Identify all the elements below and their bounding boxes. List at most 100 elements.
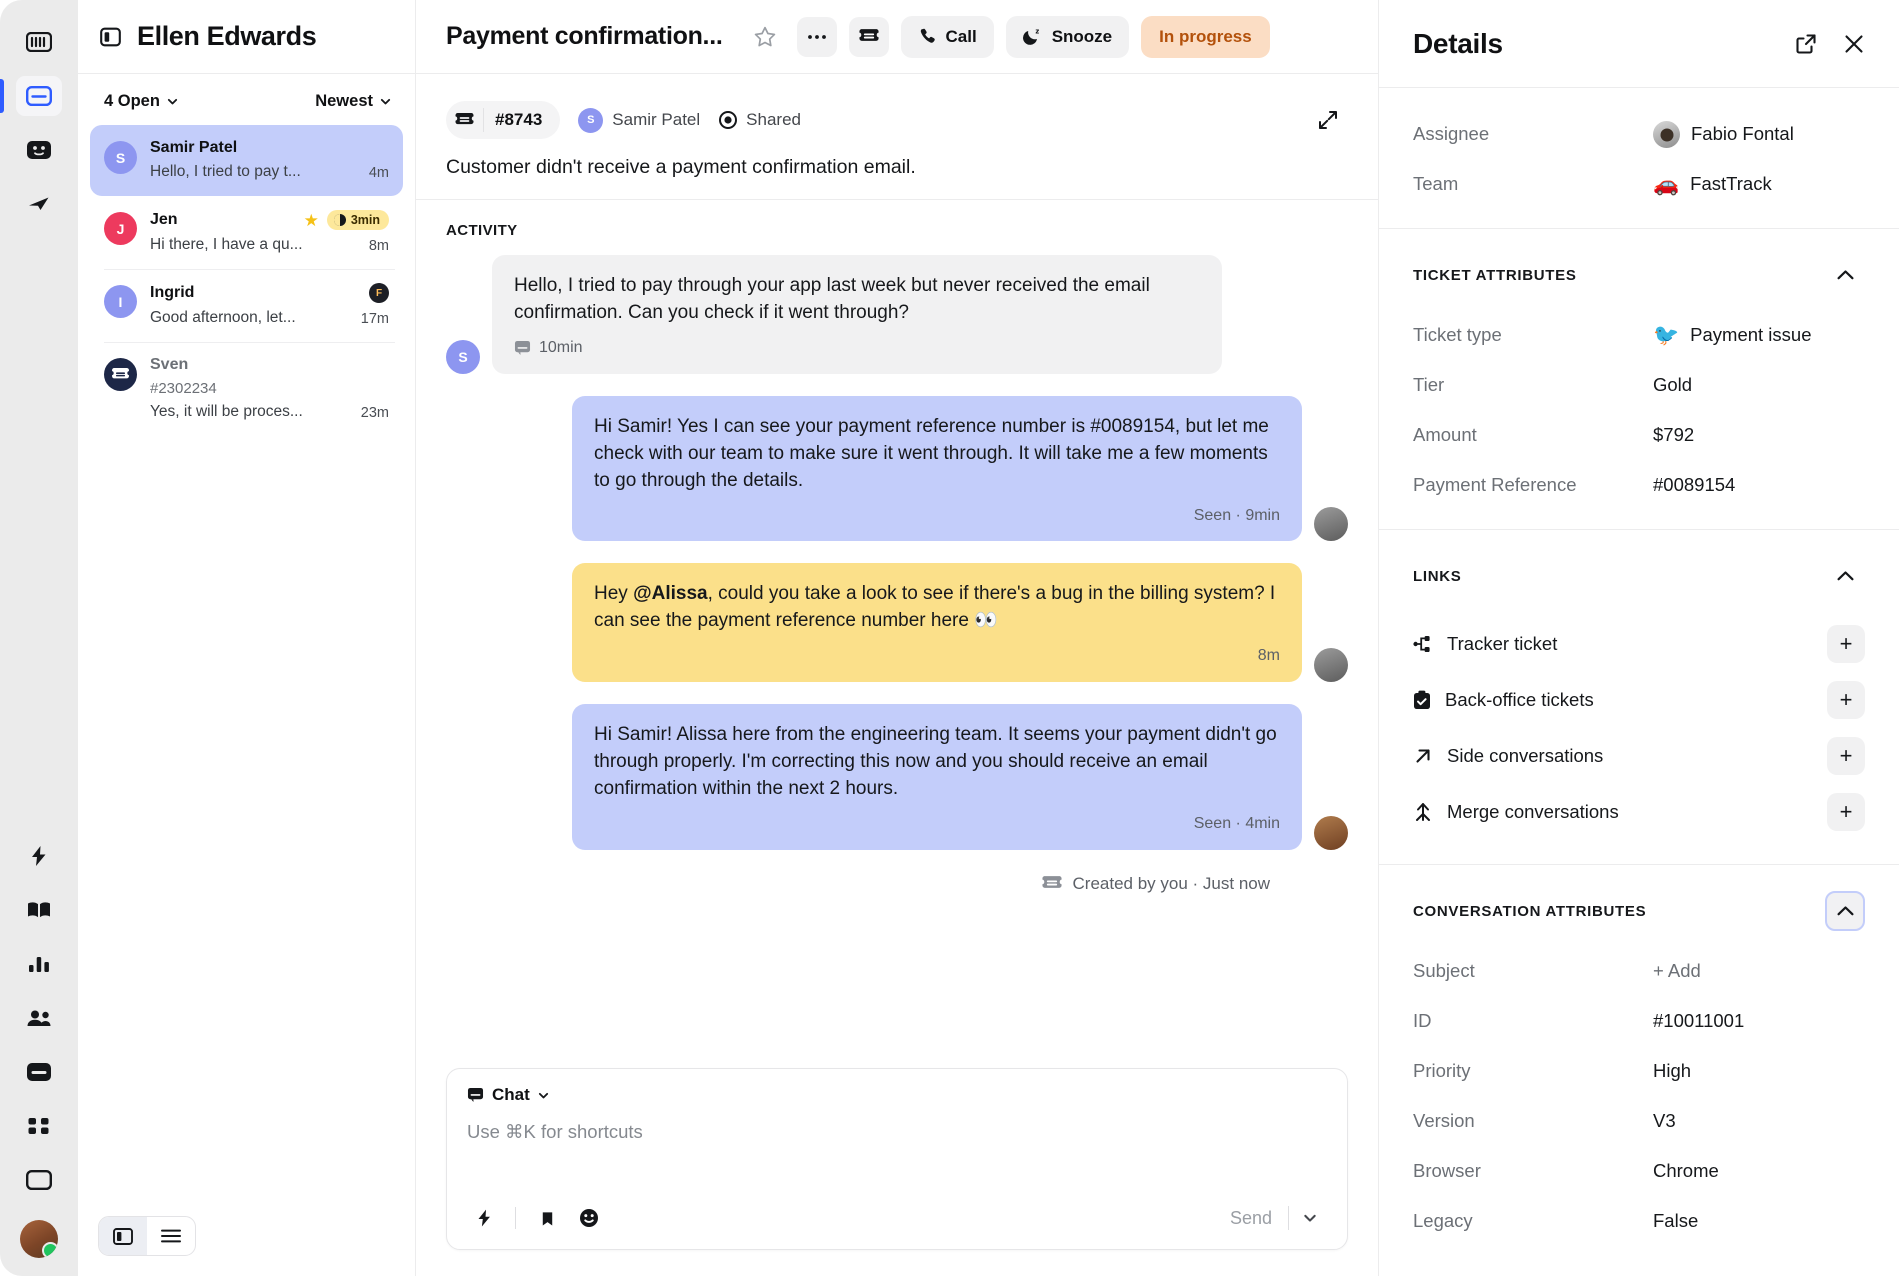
detail-row-subject[interactable]: Subject + Add: [1413, 951, 1865, 991]
detail-row-team[interactable]: Team 🚗 FastTrack: [1413, 164, 1865, 204]
more-options-icon[interactable]: [797, 17, 837, 57]
detail-value: #10011001: [1653, 1010, 1744, 1032]
collapse-conversation-attributes-chevron-up-icon[interactable]: [1825, 891, 1865, 931]
snooze-button[interactable]: z Snooze: [1006, 16, 1129, 58]
send-options-chevron-down-icon[interactable]: [1289, 1211, 1327, 1225]
bolt-icon[interactable]: [16, 836, 62, 876]
message-bubble: Hi Samir! Alissa here from the engineeri…: [572, 704, 1302, 850]
detail-value: Gold: [1653, 374, 1692, 396]
detail-row-tier[interactable]: Tier Gold: [1413, 365, 1865, 405]
link-row-tracker-ticket[interactable]: Tracker ticket +: [1413, 616, 1865, 672]
avatar: S: [446, 340, 480, 374]
mention[interactable]: @Alissa: [633, 583, 708, 604]
list-item-name: Jen: [150, 211, 296, 229]
snooze-button-label: Snooze: [1052, 27, 1112, 47]
detail-row-version[interactable]: Version V3: [1413, 1101, 1865, 1141]
add-side-conversation-button[interactable]: +: [1827, 737, 1865, 775]
list-item[interactable]: Sven #2302234 Yes, it will be proces... …: [90, 342, 403, 436]
message-meta: Seen · 4min: [594, 813, 1280, 836]
list-item[interactable]: S Samir Patel Hello, I tried to pay t...…: [90, 125, 403, 196]
sidebar-item-inbox[interactable]: [16, 76, 62, 116]
detail-row-assignee[interactable]: Assignee Fabio Fontal: [1413, 114, 1865, 154]
send-button[interactable]: Send: [1214, 1208, 1288, 1229]
global-nav-rail: [0, 0, 78, 1276]
conversation-scroll: #8743 S Samir Patel Shared: [416, 74, 1378, 1276]
contacts-icon[interactable]: [16, 998, 62, 1038]
list-item-time: 4m: [369, 165, 389, 181]
message-meta: 10min: [514, 337, 1200, 360]
avatar: [1314, 648, 1348, 682]
section-header: TICKET ATTRIBUTES: [1413, 255, 1865, 295]
detail-row-id[interactable]: ID #10011001: [1413, 1001, 1865, 1041]
clock-icon: [334, 214, 346, 226]
expand-icon[interactable]: [1308, 100, 1348, 140]
collapse-ticket-attributes-chevron-up-icon[interactable]: [1825, 255, 1865, 295]
saved-replies-icon[interactable]: [530, 1201, 564, 1235]
conversation-header: Payment confirmation...: [416, 0, 1378, 74]
assignee-name: Fabio Fontal: [1691, 123, 1794, 145]
list-item[interactable]: I Ingrid F Good afternoon, let... 17m: [90, 269, 403, 342]
messenger-icon[interactable]: [16, 130, 62, 170]
message-row: Hi Samir! Yes I can see your payment ref…: [446, 396, 1348, 542]
list-item-snippet: Good afternoon, let...: [150, 309, 351, 327]
inbox2-icon[interactable]: [16, 1052, 62, 1092]
chat-icon: [467, 1087, 484, 1103]
conversation-participant[interactable]: S Samir Patel: [578, 108, 700, 133]
link-row-side-conversations[interactable]: Side conversations +: [1413, 728, 1865, 784]
add-back-office-ticket-button[interactable]: +: [1827, 681, 1865, 719]
split-view-toggle[interactable]: [99, 1217, 147, 1255]
activity-label: ACTIVITY: [416, 200, 1378, 247]
logo-icon[interactable]: [16, 22, 62, 62]
moon-icon: z: [1023, 27, 1043, 46]
add-merge-conversation-button[interactable]: +: [1827, 793, 1865, 831]
divider: [515, 1207, 516, 1229]
call-button[interactable]: Call: [901, 16, 994, 58]
list-view-toggle[interactable]: [147, 1217, 195, 1255]
clipboard-check-icon: [1413, 690, 1431, 710]
user-avatar[interactable]: [20, 1220, 58, 1258]
composer-type-dropdown[interactable]: Chat: [467, 1085, 1327, 1105]
status-filter-dropdown[interactable]: 4 Open: [104, 92, 178, 111]
ticket-chip[interactable]: #8743: [446, 101, 560, 139]
send-icon[interactable]: [16, 184, 62, 224]
list-header: Ellen Edwards: [78, 0, 415, 74]
list-item-name: Ingrid: [150, 284, 361, 302]
message-input[interactable]: Use ⌘K for shortcuts: [467, 1121, 1327, 1177]
detail-row-legacy[interactable]: Legacy False: [1413, 1201, 1865, 1241]
detail-label: Priority: [1413, 1060, 1653, 1082]
list-item[interactable]: J Jen ★ 3min Hi there, I have a qu... 8m: [90, 196, 403, 269]
visibility-indicator[interactable]: Shared: [718, 110, 801, 130]
assignee-mini-avatar: F: [369, 283, 389, 303]
ticket-icon[interactable]: [849, 17, 889, 57]
news-icon[interactable]: [16, 1160, 62, 1200]
link-row-back-office-tickets[interactable]: Back-office tickets +: [1413, 672, 1865, 728]
reports-icon[interactable]: [16, 944, 62, 984]
emoji-icon[interactable]: [572, 1201, 606, 1235]
detail-row-payment-reference[interactable]: Payment Reference #0089154: [1413, 465, 1865, 505]
detail-row-browser[interactable]: Browser Chrome: [1413, 1151, 1865, 1191]
detail-row-amount[interactable]: Amount $792: [1413, 415, 1865, 455]
list-filters: 4 Open Newest: [78, 74, 415, 125]
add-tracker-ticket-button[interactable]: +: [1827, 625, 1865, 663]
status-filter-label: 4 Open: [104, 92, 160, 111]
link-label: Back-office tickets: [1445, 689, 1594, 711]
panel-toggle-icon[interactable]: [100, 27, 121, 47]
collapse-links-chevron-up-icon[interactable]: [1825, 556, 1865, 596]
open-external-icon[interactable]: [1789, 27, 1823, 61]
sort-filter-dropdown[interactable]: Newest: [315, 92, 391, 111]
apps-icon[interactable]: [16, 1106, 62, 1146]
details-panel: Details Assignee: [1379, 0, 1899, 1276]
close-icon[interactable]: [1837, 27, 1871, 61]
chevron-down-icon: [538, 1090, 549, 1101]
status-badge[interactable]: In progress: [1141, 16, 1270, 58]
bolt-icon[interactable]: [467, 1201, 501, 1235]
star-icon[interactable]: ★: [304, 212, 319, 229]
message-row: S Hello, I tried to pay through your app…: [446, 255, 1348, 374]
detail-label: Subject: [1413, 960, 1653, 982]
add-subject-button[interactable]: + Add: [1653, 960, 1701, 982]
star-icon[interactable]: [745, 17, 785, 57]
detail-row-priority[interactable]: Priority High: [1413, 1051, 1865, 1091]
book-icon[interactable]: [16, 890, 62, 930]
detail-row-ticket-type[interactable]: Ticket type 🐦 Payment issue: [1413, 315, 1865, 355]
link-row-merge-conversations[interactable]: Merge conversations +: [1413, 784, 1865, 840]
